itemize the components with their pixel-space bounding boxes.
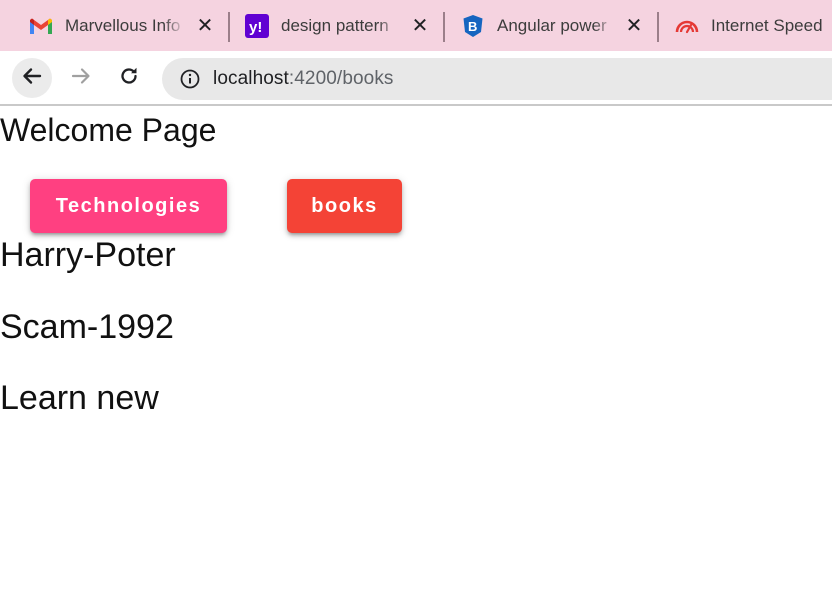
book-item: Harry-Poter [0, 236, 176, 274]
browser-tab-gmail[interactable]: Marvellous Info ✕ [28, 0, 228, 51]
address-bar[interactable]: localhost:4200/books [162, 58, 832, 100]
arrow-right-icon [70, 65, 92, 92]
svg-text:y!: y! [249, 19, 262, 36]
reload-icon [118, 65, 140, 92]
url-host: localhost [213, 68, 289, 89]
speedometer-icon [674, 13, 700, 39]
reload-button[interactable] [109, 58, 149, 98]
page-title: Welcome Page [0, 112, 217, 148]
close-tab-icon[interactable]: ✕ [408, 13, 432, 37]
books-button[interactable]: books [287, 179, 402, 233]
tab-separator [657, 12, 659, 42]
gmail-icon [28, 13, 54, 39]
tab-title: Angular power [497, 15, 607, 35]
tab-separator [228, 12, 230, 42]
close-tab-icon[interactable]: ✕ [622, 13, 646, 37]
browser-tab-angular[interactable]: B Angular power ✕ [460, 0, 660, 51]
yahoo-icon: y! [244, 13, 270, 39]
site-info-icon[interactable] [178, 67, 202, 91]
browser-tab-speedtest[interactable]: Internet Speed [674, 0, 832, 51]
tab-separator [443, 12, 445, 42]
browser-tab-yahoo[interactable]: y! design pattern ✕ [244, 0, 444, 51]
arrow-left-icon [21, 65, 43, 92]
tab-title: Marvellous Info [65, 15, 181, 35]
tab-title: Internet Speed [711, 15, 823, 35]
browser-tab-strip: Marvellous Info ✕ y! design pattern ✕ B … [0, 0, 832, 51]
close-tab-icon[interactable]: ✕ [193, 13, 217, 37]
forward-button[interactable] [61, 58, 101, 98]
browser-toolbar: localhost:4200/books [0, 51, 832, 105]
svg-text:B: B [468, 19, 477, 34]
page-content: Welcome Page Technologies books Harry-Po… [0, 106, 832, 615]
tab-title: design pattern [281, 15, 389, 35]
book-item: Learn new [0, 379, 159, 417]
book-item: Scam-1992 [0, 308, 174, 346]
back-button[interactable] [12, 58, 52, 98]
technologies-button[interactable]: Technologies [30, 179, 227, 233]
url-text: localhost:4200/books [213, 68, 394, 90]
url-path: :4200/books [288, 68, 394, 89]
bootstrap-icon: B [460, 13, 486, 39]
